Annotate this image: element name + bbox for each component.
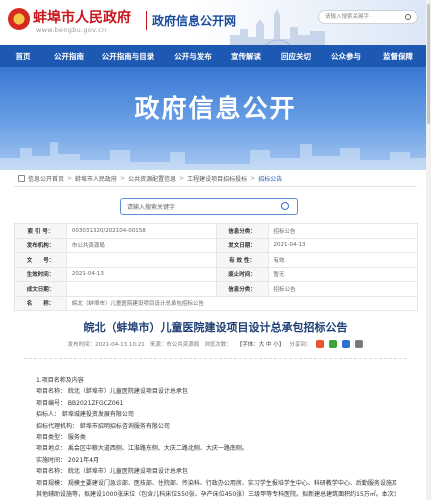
nav-item-interpretation[interactable]: 宣传解读 <box>222 51 270 62</box>
site-name[interactable]: 蚌埠市人民政府 <box>33 7 131 27</box>
national-emblem-icon <box>8 8 30 30</box>
search-input[interactable]: 请输入搜索关键字 <box>120 198 298 215</box>
header-divider <box>146 11 147 30</box>
nav-item-participation[interactable]: 公众参与 <box>322 51 370 62</box>
nav-item-guide-catalog[interactable]: 公开指南与目录 <box>92 51 164 62</box>
subsite-name[interactable]: 政府信息公开网 <box>152 12 236 29</box>
breadcrumb-separator: > <box>250 174 256 182</box>
banner-skyline-icon <box>0 142 431 170</box>
paragraph: 项目地点： 禹会区中粮大道西侧、江淮路东侧、大庆二路北侧、大庆一路南侧。 <box>36 445 248 453</box>
header-search-input[interactable]: 请输入搜索关键字 <box>318 10 418 24</box>
nav-item-supervision[interactable]: 监督保障 <box>370 51 426 62</box>
font-size-large[interactable]: 大 <box>259 342 265 348</box>
share-label: 分享到： <box>289 342 312 348</box>
table-row: 名 称： 皖北（蚌埠市）儿童医院建设项目设计总承包招标公告 <box>14 295 419 311</box>
home-icon <box>18 174 25 182</box>
publish-date: 发布时间：2021-04-13 10:21 <box>67 342 145 348</box>
search-icon[interactable] <box>405 14 411 20</box>
breadcrumb: 信息公开首页 > 蚌埠市人民政府 > 公共资源配置信息 > 工程建设项目招标投标… <box>0 170 431 186</box>
breadcrumb-item[interactable]: 工程建设项目招标投标 <box>187 174 247 183</box>
table-row: 发布机构： 市公共资源局 发文日期： 2021-04-13 <box>14 237 419 253</box>
breadcrumb-item[interactable]: 蚌埠市人民政府 <box>75 174 117 183</box>
paragraph: 项目名称： 皖北（蚌埠市）儿童医院建设项目设计总承包 <box>36 388 188 396</box>
qq-share-icon[interactable] <box>342 340 351 348</box>
city-skyline-icon <box>230 9 325 45</box>
search-icon[interactable] <box>281 202 289 210</box>
paragraph: 项目名称： 皖北（蚌埠市）儿童医院建设项目设计总承包 <box>36 468 188 476</box>
breadcrumb-separator: > <box>179 174 185 182</box>
paragraph: 项目规模： 规模主要建设门急诊部、医技部、住院部、传染科、行政办公用房、实习学生… <box>36 479 396 487</box>
article-source: 来源：市公共资源局 <box>149 342 200 348</box>
page-banner: 政府信息公开 <box>0 67 431 170</box>
scrollbar-thumb[interactable] <box>427 4 430 124</box>
document-meta-table: 索 引 号： 003031320/202104-00158 信息分类： 招标公告… <box>14 223 419 311</box>
divider <box>14 186 417 187</box>
table-row: 文 号： 有 效 性： 有效 <box>14 252 419 268</box>
article-info-bar: 发布时间：2021-04-13 10:21 来源：市公共资源局 浏览次数： 【字… <box>0 340 431 348</box>
paragraph: 项目编号： BB2021ZFGCZ061 <box>36 399 124 407</box>
font-size-medium[interactable]: 中 <box>266 342 272 348</box>
table-row: 索 引 号： 003031320/202104-00158 信息分类： 招标公告 <box>14 223 419 239</box>
breadcrumb-separator: > <box>120 174 126 182</box>
breadcrumb-item[interactable]: 信息公开首页 <box>28 174 64 183</box>
paragraph: 项目类型： 服务类 <box>36 434 86 442</box>
article-body: 1.项目名称及内容 项目名称： 皖北（蚌埠市）儿童医院建设项目设计总承包 项目编… <box>36 375 396 500</box>
paragraph: 招标代理机构： 蚌埠市招明招标咨询服务有限公司 <box>36 422 170 430</box>
table-row: 生效时间： 2021-04-13 废止时间： 暂无 <box>14 266 419 282</box>
font-size-control: 【字体：大 中 小】 <box>236 342 285 348</box>
paragraph: 1.项目名称及内容 <box>36 377 84 384</box>
main-nav: 首页 公开指南 公开指南与目录 公开与发布 宣传解读 回应关切 公众参与 监督保… <box>0 45 431 67</box>
site-header: 蚌埠市人民政府 www.bengbu.gov.cn 政府信息公开网 请输入搜索关… <box>0 0 431 45</box>
nav-item-home[interactable]: 首页 <box>0 51 46 62</box>
banner-title: 政府信息公开 <box>134 94 297 123</box>
breadcrumb-separator: > <box>67 174 73 182</box>
site-url: www.bengbu.gov.cn <box>36 26 107 34</box>
breadcrumb-current[interactable]: 招标公告 <box>258 174 282 183</box>
breadcrumb-item[interactable]: 公共资源配置信息 <box>128 174 176 183</box>
view-count: 浏览次数： <box>204 342 232 348</box>
nav-item-response[interactable]: 回应关切 <box>270 51 322 62</box>
divider <box>24 358 407 359</box>
nav-item-guide[interactable]: 公开指南 <box>46 51 92 62</box>
paragraph: 实施时间： 2021年4月 <box>36 456 99 464</box>
table-row: 成文日期： 信息分类： 招标公告 <box>14 281 419 297</box>
wechat-share-icon[interactable] <box>329 340 338 348</box>
print-icon[interactable] <box>355 340 364 348</box>
paragraph: 招标人： 蚌埠城建投资发展有限公司 <box>36 411 134 419</box>
weibo-share-icon[interactable] <box>316 340 325 348</box>
nav-item-publish[interactable]: 公开与发布 <box>164 51 222 62</box>
paragraph: 其他辅助设施等，拟建设1000张床位（包含儿科床位550张、孕产床位450张）三… <box>36 491 396 499</box>
article-title: 皖北（蚌埠市）儿童医院建设项目设计总承包招标公告 <box>83 321 348 334</box>
